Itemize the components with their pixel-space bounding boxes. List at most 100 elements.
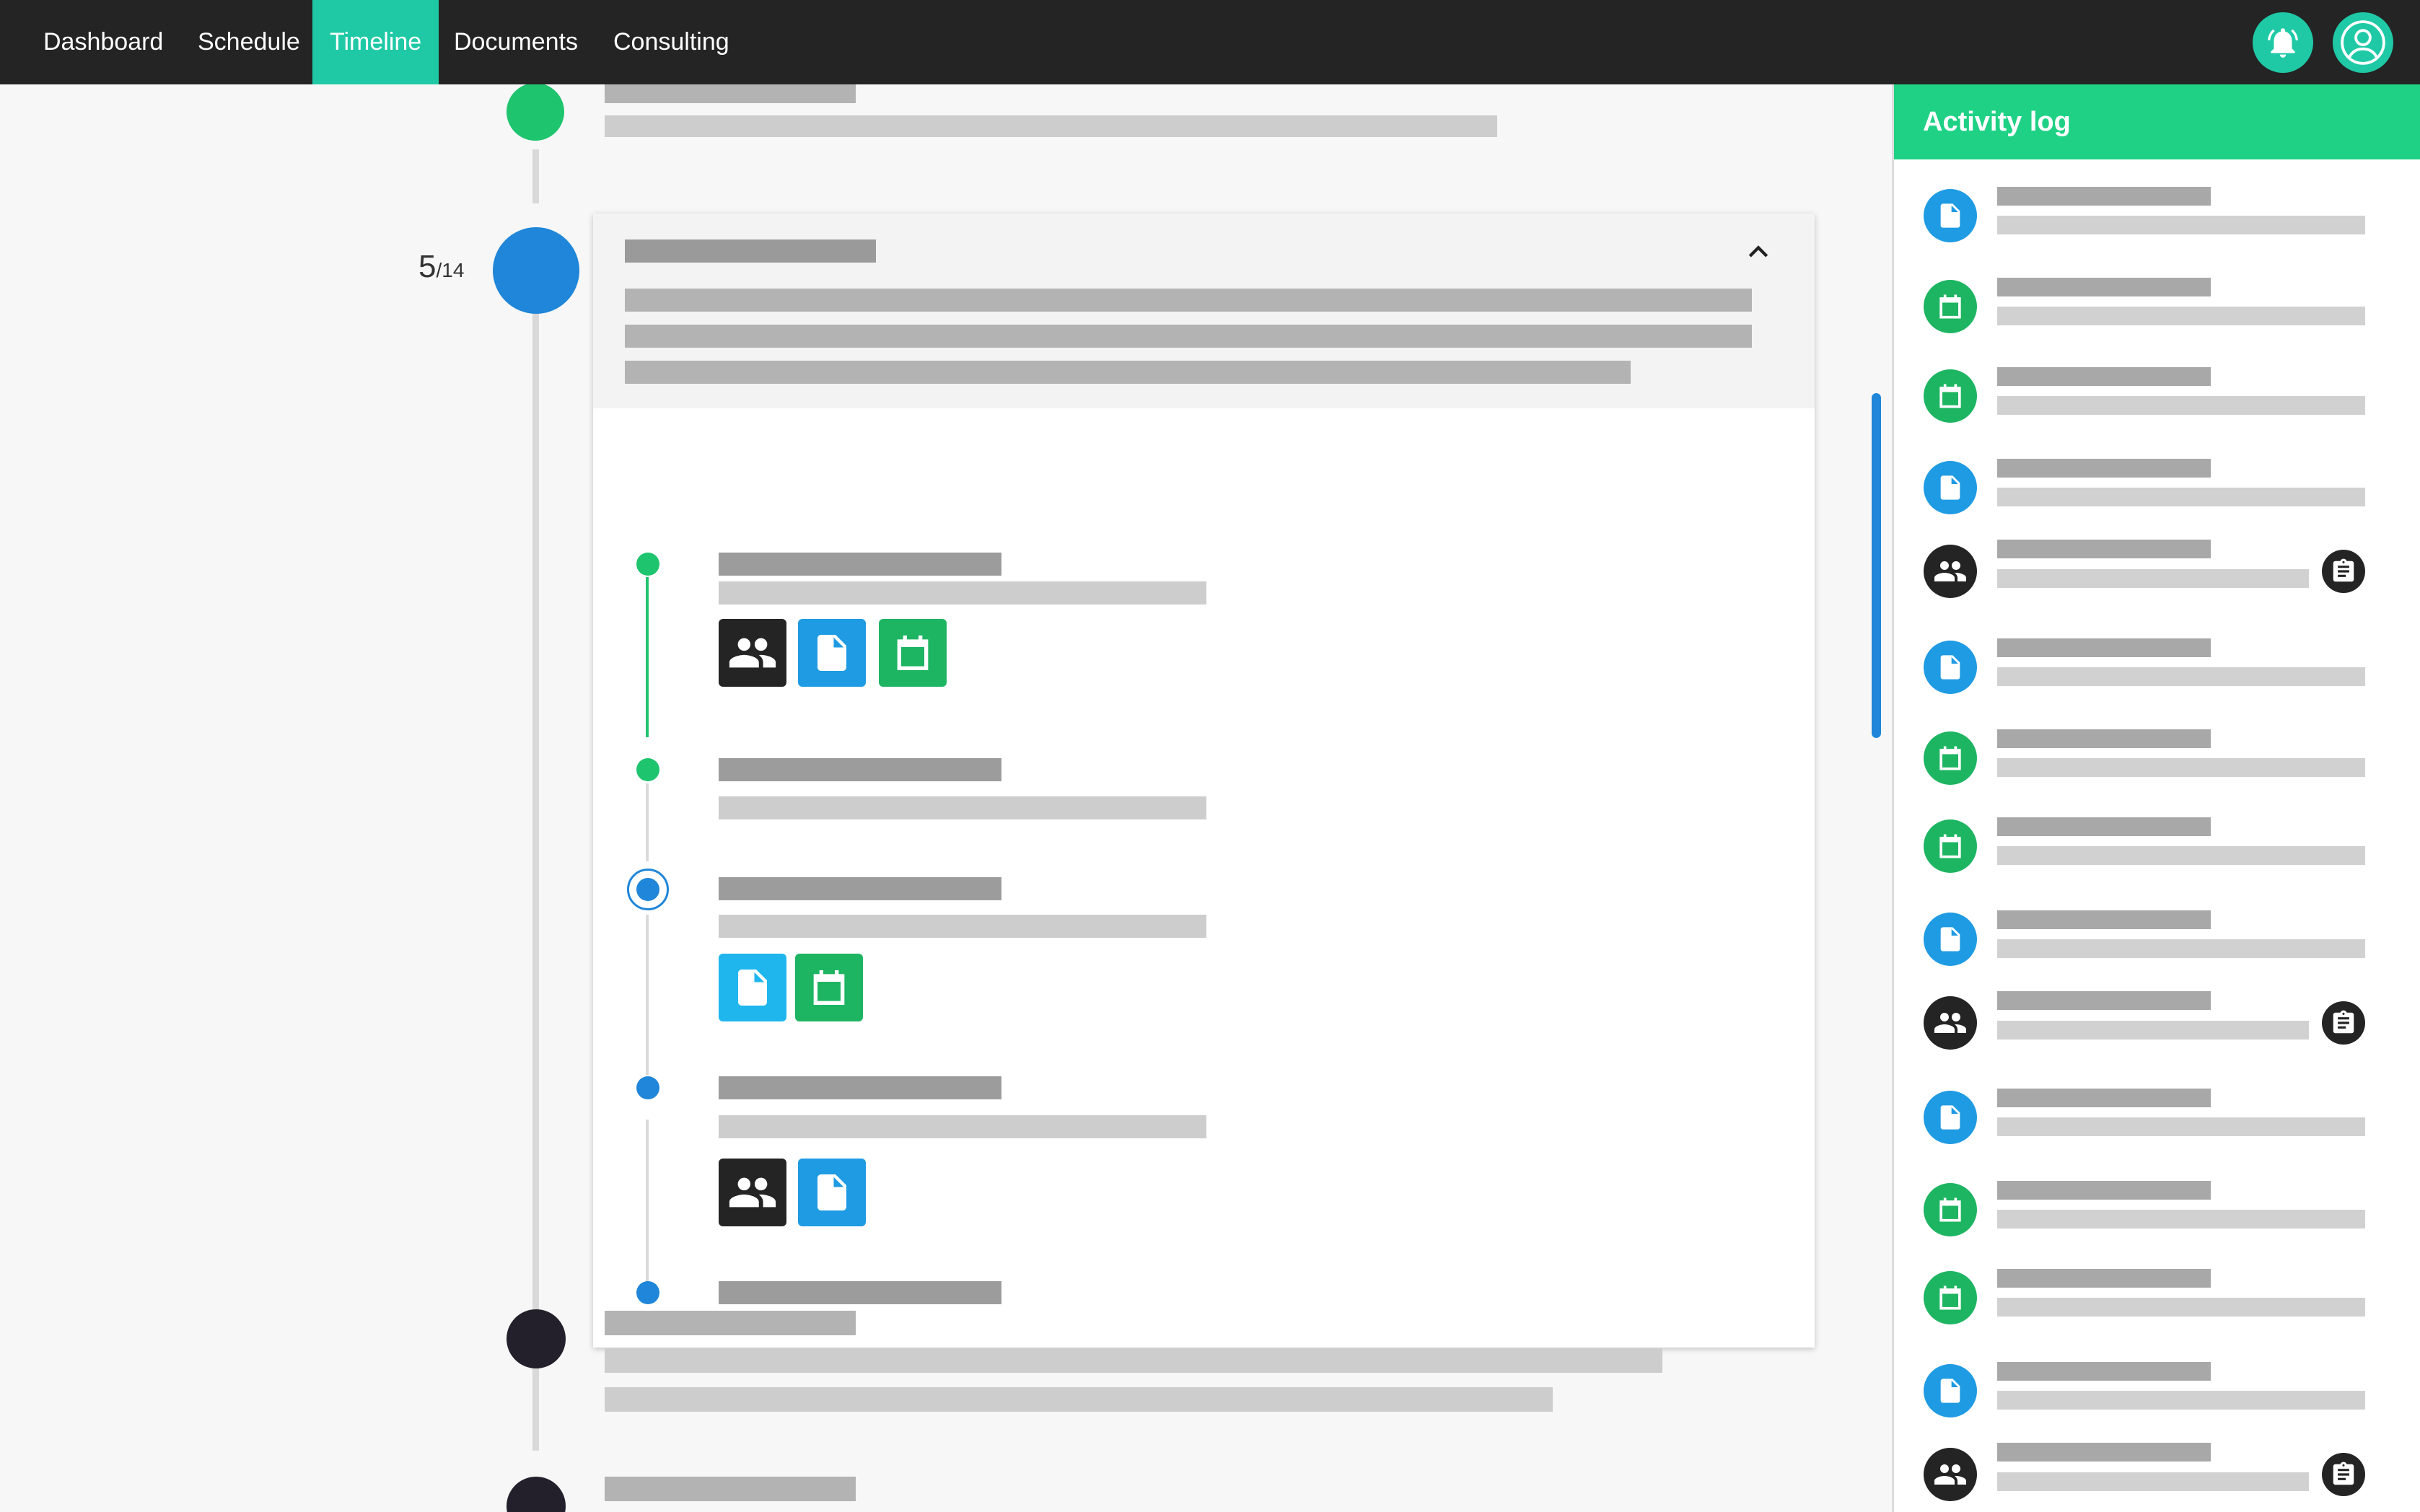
nav-schedule[interactable]: Schedule — [180, 0, 317, 84]
activity-log-item[interactable] — [1894, 1355, 2420, 1427]
activity-log-header: Activity log — [1894, 84, 2420, 159]
document-icon — [1940, 655, 1960, 680]
activity-log-item[interactable] — [1894, 1174, 2420, 1246]
card-text-line — [625, 289, 1752, 312]
substep-connector — [646, 783, 649, 861]
document-icon — [1940, 1105, 1960, 1130]
activity-log-item[interactable] — [1894, 631, 2420, 703]
substep-connector — [646, 1120, 649, 1283]
group-icon — [729, 638, 776, 668]
activity-log-item-text-placeholder — [1997, 667, 2365, 686]
activity-log-item-text-placeholder — [1997, 488, 2365, 506]
activity-log-item-text-placeholder — [1997, 846, 2365, 865]
activity-log-item-icon — [1924, 369, 1977, 423]
calendar-icon — [1939, 294, 1961, 319]
substep-dot-current[interactable] — [627, 869, 669, 910]
nav-timeline[interactable]: Timeline — [312, 0, 439, 84]
activity-log-item-title-placeholder — [1997, 1089, 2211, 1107]
substep-dot-completed[interactable] — [636, 758, 659, 781]
group-icon — [1934, 1464, 1966, 1485]
activity-log-title: Activity log — [1923, 107, 2071, 137]
substep-connector — [646, 577, 649, 737]
activity-log-item[interactable] — [1894, 1262, 2420, 1334]
activity-log-item[interactable] — [1894, 535, 2420, 607]
activity-log-item[interactable] — [1894, 360, 2420, 432]
attachment-document[interactable] — [798, 1159, 866, 1226]
substep-text-placeholder — [719, 796, 1206, 819]
step-description-placeholder — [605, 115, 1497, 137]
substep-title-placeholder — [719, 1281, 1001, 1304]
card-header[interactable] — [593, 214, 1815, 408]
substep-text-placeholder — [719, 1115, 1206, 1138]
activity-log-item-icon — [1924, 641, 1977, 694]
activity-log-item[interactable] — [1894, 810, 2420, 882]
activity-log-item-text-placeholder — [1997, 1472, 2309, 1491]
substep-dot-completed[interactable] — [636, 553, 659, 576]
activity-log-item-text-placeholder — [1997, 939, 2365, 958]
nav-consulting[interactable]: Consulting — [596, 0, 747, 84]
attachment-calendar[interactable] — [879, 619, 947, 687]
notifications-button[interactable] — [2253, 12, 2313, 73]
substep-title-placeholder — [719, 1076, 1001, 1099]
timeline-step-completed[interactable] — [507, 84, 564, 141]
timeline-scrollbar-thumb[interactable] — [1872, 393, 1881, 738]
activity-log-item[interactable] — [1894, 1438, 2420, 1511]
activity-log-item-text-placeholder — [1997, 569, 2309, 588]
activity-log-item-title-placeholder — [1997, 540, 2211, 558]
card-text-line — [625, 325, 1752, 348]
activity-log-item[interactable] — [1894, 180, 2420, 252]
activity-log-item[interactable] — [1894, 271, 2420, 343]
activity-log-item[interactable] — [1894, 452, 2420, 524]
activity-log-item-icon — [1924, 1448, 1977, 1501]
attachment-document[interactable] — [719, 954, 786, 1021]
activity-log-item-text-placeholder — [1997, 1210, 2365, 1228]
timeline-area: 5/14 — [0, 84, 1892, 1512]
timeline-step-upcoming[interactable] — [507, 1309, 566, 1368]
calendar-icon — [897, 636, 929, 670]
activity-log-item-title-placeholder — [1997, 638, 2211, 657]
activity-log-item-badge[interactable] — [2322, 1001, 2365, 1045]
bell-icon — [2268, 28, 2298, 58]
calendar-icon — [1939, 834, 1961, 858]
timeline-step-upcoming[interactable] — [507, 1477, 566, 1512]
substep-title-placeholder — [719, 758, 1001, 781]
activity-log-item-title-placeholder — [1997, 1443, 2211, 1462]
attachment-group[interactable] — [719, 1159, 786, 1226]
step-description-placeholder — [605, 1348, 1662, 1373]
clipboard-icon — [2333, 1462, 2354, 1485]
step-title-placeholder — [605, 1477, 856, 1501]
group-icon — [729, 1177, 776, 1208]
attachment-calendar[interactable] — [795, 954, 863, 1021]
top-nav-bar: Dashboard Schedule Timeline Documents Co… — [0, 0, 2420, 84]
substep-dot-upcoming[interactable] — [636, 1281, 659, 1304]
activity-log-item-title-placeholder — [1997, 817, 2211, 836]
attachment-group[interactable] — [719, 619, 786, 687]
activity-log-item-icon — [1924, 819, 1977, 873]
activity-log-item[interactable] — [1894, 1081, 2420, 1153]
profile-button[interactable] — [2333, 12, 2393, 73]
nav-documents[interactable]: Documents — [437, 0, 595, 84]
timeline-connector — [532, 312, 539, 1337]
activity-log-item-badge[interactable] — [2322, 550, 2365, 593]
nav-dashboard[interactable]: Dashboard — [26, 0, 180, 84]
activity-log-item-icon — [1924, 280, 1977, 333]
document-icon — [1940, 203, 1960, 228]
step-position: 5 — [418, 249, 437, 284]
activity-log-item-title-placeholder — [1997, 1181, 2211, 1200]
timeline-step-current[interactable] — [493, 227, 579, 314]
calendar-icon — [1939, 746, 1961, 770]
activity-log-item-icon — [1924, 545, 1977, 598]
activity-log-item-text-placeholder — [1997, 758, 2365, 777]
activity-log-item-text-placeholder — [1997, 396, 2365, 415]
attachment-document[interactable] — [798, 619, 866, 687]
activity-log-item[interactable] — [1894, 987, 2420, 1059]
step-description-placeholder — [605, 1387, 1553, 1412]
document-icon — [1940, 927, 1960, 951]
activity-log-item[interactable] — [1894, 903, 2420, 975]
activity-log-item-badge[interactable] — [2322, 1453, 2365, 1496]
activity-log-item[interactable] — [1894, 722, 2420, 794]
collapse-button[interactable] — [1741, 235, 1776, 270]
calendar-icon — [1939, 1197, 1961, 1222]
substep-dot-upcoming[interactable] — [636, 1076, 659, 1099]
activity-log-panel: Activity log — [1892, 84, 2420, 1512]
